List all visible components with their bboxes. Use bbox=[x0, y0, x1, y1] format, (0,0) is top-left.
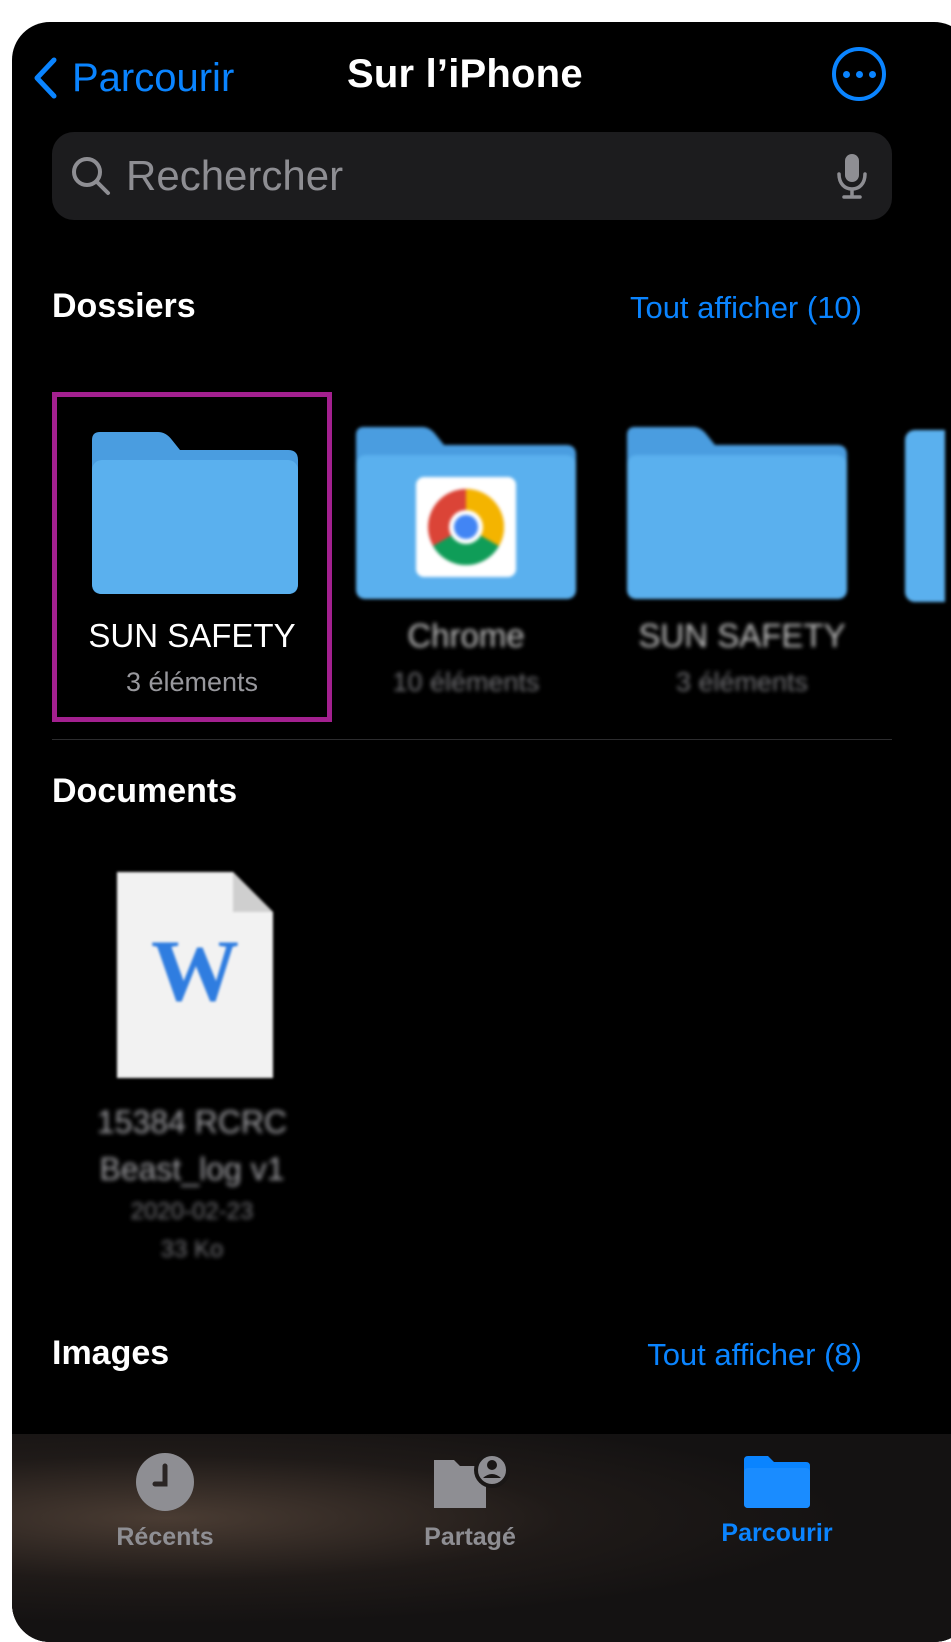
tab-bar: Récents Partagé Parcourir bbox=[12, 1434, 951, 1642]
folder-icon bbox=[92, 432, 298, 594]
folder-tile-sun-safety-2[interactable]: SUN SAFETY 3 éléments bbox=[602, 392, 882, 722]
folders-section-title: Dossiers bbox=[52, 287, 196, 325]
chrome-folder-icon bbox=[356, 427, 576, 599]
microphone-icon[interactable] bbox=[836, 152, 868, 200]
folder-icon bbox=[744, 1456, 810, 1508]
images-section-title: Images bbox=[52, 1334, 170, 1372]
folder-item-count: 3 éléments bbox=[675, 667, 809, 697]
document-date: 2020-02-23 bbox=[130, 1198, 254, 1225]
chevron-left-icon bbox=[34, 57, 57, 99]
svg-text:W: W bbox=[151, 923, 239, 1020]
more-options-button[interactable] bbox=[832, 47, 886, 101]
document-name-line1: 15384 RCRC bbox=[96, 1104, 288, 1140]
tab-label: Partagé bbox=[424, 1523, 516, 1551]
phone-screen: Parcourir Sur l’iPhone Dossiers Tout aff… bbox=[12, 22, 951, 1642]
folder-tile-partial[interactable] bbox=[905, 430, 945, 602]
folder-item-count: 3 éléments bbox=[125, 667, 259, 697]
folder-icon bbox=[627, 427, 847, 599]
folders-see-all-link[interactable]: Tout afficher (10) bbox=[630, 290, 862, 326]
search-input[interactable] bbox=[126, 152, 806, 200]
images-see-all-link[interactable]: Tout afficher (8) bbox=[647, 1337, 862, 1373]
document-name-line2: Beast_log v1 bbox=[99, 1151, 285, 1187]
clock-icon bbox=[136, 1453, 194, 1511]
folder-tile-sun-safety[interactable]: SUN SAFETY 3 éléments bbox=[52, 392, 332, 722]
word-document-icon: W bbox=[117, 872, 273, 1078]
tab-browse[interactable]: Parcourir bbox=[697, 1452, 857, 1548]
navigation-bar: Parcourir Sur l’iPhone bbox=[12, 22, 951, 132]
folder-name: SUN SAFETY bbox=[88, 617, 296, 654]
section-divider bbox=[52, 739, 892, 740]
document-item[interactable]: W 15384 RCRC Beast_log v1 2020-02-23 33 … bbox=[72, 872, 312, 1292]
ellipsis-icon bbox=[842, 70, 850, 78]
folder-item-count: 10 éléments bbox=[392, 667, 540, 697]
folder-name: Chrome bbox=[407, 617, 525, 654]
tab-label: Parcourir bbox=[721, 1519, 833, 1547]
folder-tile-chrome[interactable]: Chrome 10 éléments bbox=[326, 392, 606, 722]
tab-recents[interactable]: Récents bbox=[85, 1452, 245, 1552]
page-title: Sur l’iPhone bbox=[347, 52, 583, 96]
folder-name: SUN SAFETY bbox=[638, 617, 846, 654]
document-size: 33 Ko bbox=[160, 1236, 224, 1263]
tab-label: Récents bbox=[116, 1523, 214, 1551]
tab-shared[interactable]: Partagé bbox=[390, 1452, 550, 1552]
documents-section-title: Documents bbox=[52, 772, 238, 810]
shared-folder-icon bbox=[434, 1452, 510, 1508]
search-bar[interactable] bbox=[52, 132, 892, 220]
back-label: Parcourir bbox=[72, 55, 235, 100]
search-icon bbox=[72, 157, 110, 195]
back-button[interactable]: Parcourir bbox=[32, 50, 234, 106]
